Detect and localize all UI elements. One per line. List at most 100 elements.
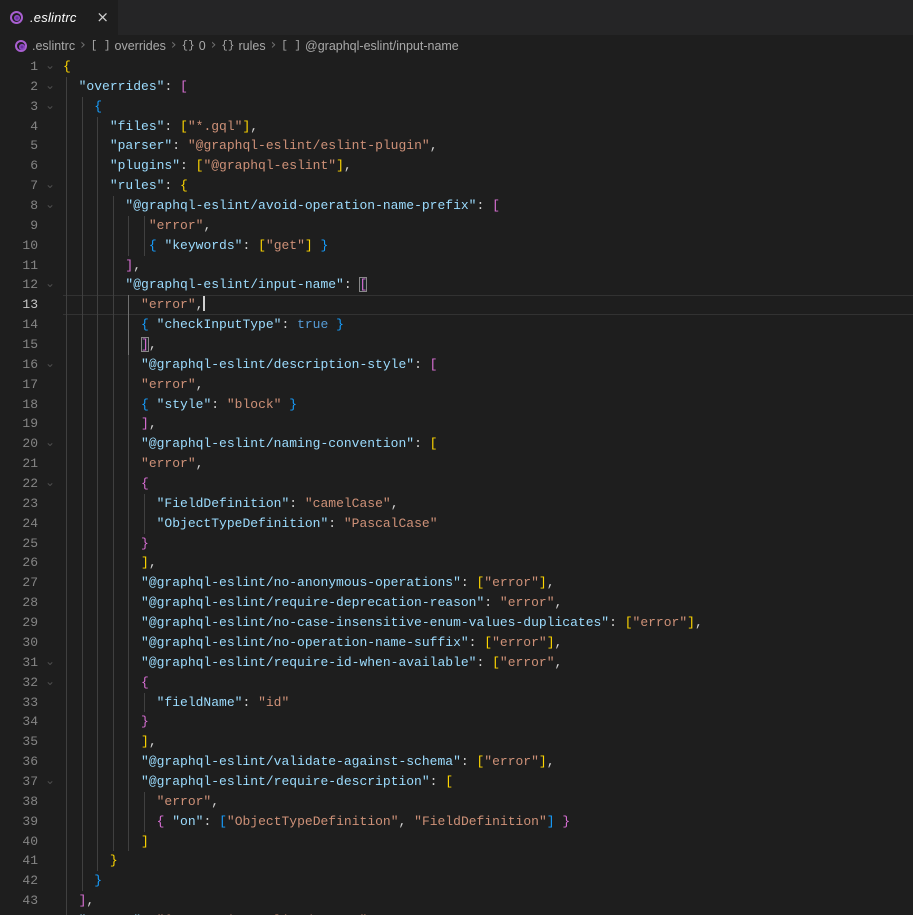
code-line-text: "@graphql-eslint/validate-against-schema…	[63, 752, 555, 772]
code-line[interactable]: 4 "files": ["*.gql"],	[0, 117, 913, 137]
breadcrumb-item-rules[interactable]: {}rules	[221, 39, 265, 53]
text-cursor	[203, 296, 205, 311]
code-line-text: ],	[63, 414, 157, 434]
code-line[interactable]: 26 ],	[0, 553, 913, 573]
fold-chevron-down-icon[interactable]: ⌄	[42, 771, 58, 791]
code-line[interactable]: 29 "@graphql-eslint/no-case-insensitive-…	[0, 613, 913, 633]
code-line[interactable]: 3⌄ {	[0, 97, 913, 117]
code-editor[interactable]: 1⌄{2⌄ "overrides": [3⌄ {4 "files": ["*.g…	[0, 57, 913, 915]
code-line-text: "rules": {	[63, 176, 188, 196]
code-line-text: "parser": "@typescript-eslint/parser"	[63, 911, 367, 915]
fold-chevron-down-icon[interactable]: ⌄	[42, 672, 58, 692]
code-line-text: "error",	[63, 792, 219, 812]
code-line[interactable]: 16⌄ "@graphql-eslint/description-style":…	[0, 355, 913, 375]
code-line[interactable]: 34 }	[0, 712, 913, 732]
code-line[interactable]: 6 "plugins": ["@graphql-eslint"],	[0, 156, 913, 176]
code-line[interactable]: 44 "parser": "@typescript-eslint/parser"	[0, 911, 913, 915]
fold-chevron-down-icon[interactable]: ⌄	[42, 274, 58, 294]
code-line[interactable]: 38 "error",	[0, 792, 913, 812]
code-line[interactable]: 35 ],	[0, 732, 913, 752]
breadcrumb-separator-icon: ›	[211, 37, 217, 53]
fold-chevron-down-icon[interactable]: ⌄	[42, 433, 58, 453]
code-line[interactable]: 24 "ObjectTypeDefinition": "PascalCase"	[0, 514, 913, 534]
code-line[interactable]: 18 { "style": "block" }	[0, 395, 913, 415]
code-line[interactable]: 28 "@graphql-eslint/require-deprecation-…	[0, 593, 913, 613]
fold-chevron-down-icon[interactable]: ⌄	[42, 473, 58, 493]
breadcrumb-label: rules	[239, 39, 266, 53]
code-line[interactable]: 20⌄ "@graphql-eslint/naming-convention":…	[0, 434, 913, 454]
code-line[interactable]: 9 "error",	[0, 216, 913, 236]
code-line[interactable]: 30 "@graphql-eslint/no-operation-name-su…	[0, 633, 913, 653]
code-line-text: "@graphql-eslint/require-id-when-availab…	[63, 653, 562, 673]
code-line[interactable]: 21 "error",	[0, 454, 913, 474]
fold-chevron-down-icon[interactable]: ⌄	[42, 96, 58, 116]
code-line[interactable]: 8⌄ "@graphql-eslint/avoid-operation-name…	[0, 196, 913, 216]
fold-chevron-down-icon[interactable]: ⌄	[42, 56, 58, 76]
code-line[interactable]: 40 ]	[0, 832, 913, 852]
code-line[interactable]: 36 "@graphql-eslint/validate-against-sch…	[0, 752, 913, 772]
symbol-array-icon: [ ]	[281, 40, 301, 52]
code-line[interactable]: 14 { "checkInputType": true }	[0, 315, 913, 335]
code-line-text: {	[63, 673, 149, 693]
code-line[interactable]: 12⌄ "@graphql-eslint/input-name": [	[0, 275, 913, 295]
tab-eslintrc[interactable]: .eslintrc ×	[0, 0, 118, 35]
line-number: 20	[0, 434, 38, 454]
code-line-text: "@graphql-eslint/no-anonymous-operations…	[63, 573, 555, 593]
line-number: 21	[0, 454, 38, 474]
code-line[interactable]: 33 "fieldName": "id"	[0, 693, 913, 713]
line-number: 12	[0, 275, 38, 295]
eslint-file-icon	[10, 11, 23, 24]
code-line[interactable]: 17 "error",	[0, 375, 913, 395]
breadcrumb-item--graphql-eslint-input-name[interactable]: [ ]@graphql-eslint/input-name	[281, 39, 459, 53]
symbol-object-icon: {}	[182, 40, 195, 52]
code-line[interactable]: 41 }	[0, 851, 913, 871]
fold-chevron-down-icon[interactable]: ⌄	[42, 354, 58, 374]
close-icon[interactable]: ×	[96, 10, 109, 25]
code-line-text: "parser": "@graphql-eslint/eslint-plugin…	[63, 136, 438, 156]
code-line-text: "files": ["*.gql"],	[63, 117, 258, 137]
code-line[interactable]: 27 "@graphql-eslint/no-anonymous-operati…	[0, 573, 913, 593]
code-line-text: "@graphql-eslint/avoid-operation-name-pr…	[63, 196, 500, 216]
code-line-text: "error",	[63, 295, 205, 315]
code-line[interactable]: 23 "FieldDefinition": "camelCase",	[0, 494, 913, 514]
tab-bar: .eslintrc ×	[0, 0, 913, 35]
fold-chevron-down-icon[interactable]: ⌄	[42, 652, 58, 672]
breadcrumb-separator-icon: ›	[171, 37, 177, 53]
code-line[interactable]: 25 }	[0, 534, 913, 554]
code-line[interactable]: 15 ],	[0, 335, 913, 355]
line-number: 19	[0, 414, 38, 434]
code-line-text: ],	[63, 335, 157, 355]
line-number: 36	[0, 752, 38, 772]
line-number: 27	[0, 573, 38, 593]
code-line[interactable]: 1⌄{	[0, 57, 913, 77]
code-line-text: "overrides": [	[63, 77, 188, 97]
code-line[interactable]: 42 }	[0, 871, 913, 891]
code-line[interactable]: 43 ],	[0, 891, 913, 911]
code-line[interactable]: 37⌄ "@graphql-eslint/require-description…	[0, 772, 913, 792]
breadcrumb-item-0[interactable]: {} 0	[182, 39, 206, 53]
code-line[interactable]: 19 ],	[0, 414, 913, 434]
line-number: 1	[0, 57, 38, 77]
code-line[interactable]: 13 "error",	[0, 295, 913, 315]
fold-chevron-down-icon[interactable]: ⌄	[42, 195, 58, 215]
code-line[interactable]: 2⌄ "overrides": [	[0, 77, 913, 97]
breadcrumb-label: 0	[199, 39, 206, 53]
code-line[interactable]: 39 { "on": ["ObjectTypeDefinition", "Fie…	[0, 812, 913, 832]
code-line[interactable]: 10 { "keywords": ["get"] }	[0, 236, 913, 256]
fold-chevron-down-icon[interactable]: ⌄	[42, 76, 58, 96]
code-line[interactable]: 31⌄ "@graphql-eslint/require-id-when-ava…	[0, 653, 913, 673]
breadcrumb-item--eslintrc[interactable]: .eslintrc	[15, 39, 75, 53]
code-line[interactable]: 22⌄ {	[0, 474, 913, 494]
code-line[interactable]: 11 ],	[0, 256, 913, 276]
line-number: 16	[0, 355, 38, 375]
symbol-array-icon: [ ]	[91, 40, 111, 52]
breadcrumb-label: .eslintrc	[32, 39, 75, 53]
code-line-text: { "keywords": ["get"] }	[63, 236, 328, 256]
breadcrumb-item-overrides[interactable]: [ ]overrides	[91, 39, 166, 53]
line-number: 35	[0, 732, 38, 752]
code-line[interactable]: 7⌄ "rules": {	[0, 176, 913, 196]
line-number: 11	[0, 256, 38, 276]
fold-chevron-down-icon[interactable]: ⌄	[42, 175, 58, 195]
code-line[interactable]: 5 "parser": "@graphql-eslint/eslint-plug…	[0, 136, 913, 156]
code-line[interactable]: 32⌄ {	[0, 673, 913, 693]
